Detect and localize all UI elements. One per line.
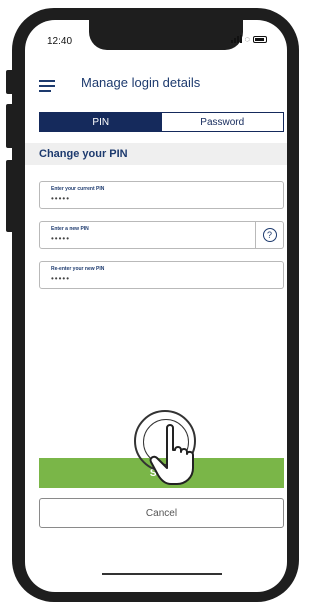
status-icons: ◌ <box>230 34 267 44</box>
current-pin-label: Enter your current PIN <box>51 186 105 192</box>
current-pin-field[interactable]: Enter your current PIN ••••• <box>39 181 284 209</box>
battery-icon <box>253 35 267 43</box>
new-pin-field[interactable]: Enter a new PIN ••••• ? <box>39 221 284 249</box>
question-icon: ? <box>262 228 277 242</box>
home-indicator[interactable] <box>102 573 222 575</box>
wifi-icon: ◌ <box>244 34 250 44</box>
status-time: 12:40 <box>47 36 73 47</box>
reenter-pin-field[interactable]: Re-enter your new PIN ••••• <box>39 261 284 289</box>
app-header: Manage login details <box>25 68 287 104</box>
hand-pointer-icon <box>149 424 194 485</box>
section-title: Change your PIN <box>25 143 287 165</box>
help-button[interactable]: ? <box>255 222 283 248</box>
login-method-tabs: PIN Password <box>39 112 284 132</box>
phone-notch <box>89 20 243 50</box>
tab-password[interactable]: Password <box>161 113 283 131</box>
page-title: Manage login details <box>81 75 201 90</box>
current-pin-value: ••••• <box>51 194 71 203</box>
signal-icon <box>230 35 242 43</box>
reenter-pin-label: Re-enter your new PIN <box>51 266 105 272</box>
hamburger-icon[interactable] <box>39 80 55 92</box>
new-pin-label: Enter a new PIN <box>51 226 89 232</box>
reenter-pin-value: ••••• <box>51 274 71 283</box>
tab-pin[interactable]: PIN <box>40 113 162 131</box>
app-screen: 12:40 ◌ Manage login details PIN Passwor… <box>25 20 287 592</box>
cancel-button[interactable]: Cancel <box>39 498 284 528</box>
new-pin-value: ••••• <box>51 234 71 243</box>
